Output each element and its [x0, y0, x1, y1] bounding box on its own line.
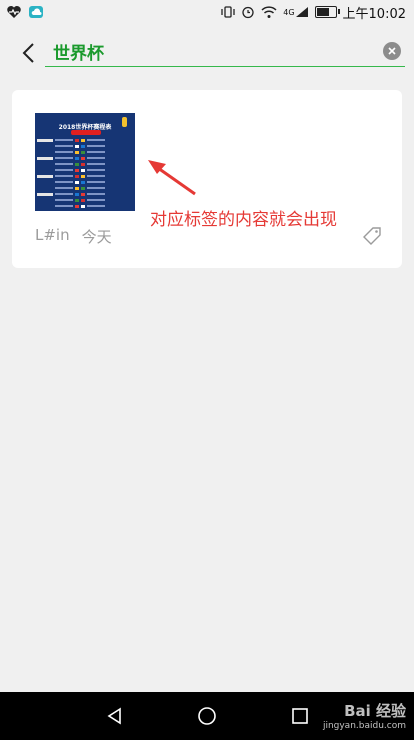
result-source: L#in — [35, 226, 70, 244]
watermark-url: jingyan.baidu.com — [322, 721, 406, 731]
network-type-label: 4G — [283, 7, 295, 17]
thumbnail-row — [37, 156, 133, 160]
annotation-arrow-icon — [148, 160, 196, 196]
status-time: 上午10:02 — [342, 6, 406, 22]
result-thumbnail[interactable]: 2018世界杯赛程表 — [35, 113, 135, 211]
nav-back-button[interactable] — [103, 704, 127, 728]
thumbnail-badge — [71, 130, 101, 135]
back-triangle-icon — [107, 707, 121, 725]
nav-recents-button[interactable] — [288, 704, 312, 728]
thumbnail-row — [37, 150, 133, 154]
thumbnail-row — [37, 168, 133, 172]
thumbnail-row — [37, 186, 133, 190]
battery-icon — [314, 6, 340, 18]
system-nav-bar: Bai 经验 jingyan.baidu.com — [0, 692, 414, 740]
search-header — [0, 24, 414, 82]
thumbnail-row — [37, 198, 133, 202]
tag-button[interactable] — [362, 226, 382, 246]
alarm-icon — [241, 5, 255, 19]
thumbnail-row — [37, 138, 133, 142]
result-date: 今天 — [81, 228, 112, 246]
tag-icon — [363, 227, 381, 245]
recent-square-icon — [292, 708, 308, 724]
health-icon — [6, 5, 22, 19]
watermark-title: Bai 经验 — [344, 702, 406, 720]
home-circle-icon — [198, 707, 216, 725]
status-bar: 4G 上午10:02 — [0, 0, 414, 24]
status-right-icons: 4G 上午10:02 — [221, 3, 414, 22]
trophy-icon — [122, 117, 127, 127]
back-button[interactable] — [8, 33, 48, 73]
thumbnail-row — [37, 192, 133, 196]
nav-home-button[interactable] — [195, 704, 219, 728]
thumbnail-row — [37, 174, 133, 178]
clear-search-button[interactable] — [383, 42, 401, 60]
signal-icon: 4G — [283, 6, 308, 18]
annotation-text: 对应标签的内容就会出现 — [150, 210, 337, 230]
thumbnail-row — [37, 144, 133, 148]
baidu-watermark: Bai 经验 jingyan.baidu.com — [323, 700, 406, 731]
status-left-icons — [0, 5, 44, 19]
thumbnail-row — [37, 162, 133, 166]
search-input[interactable] — [45, 37, 383, 65]
result-meta: L#in 今天 — [35, 226, 112, 247]
thumbnail-row — [37, 180, 133, 184]
wifi-icon — [261, 5, 277, 19]
chevron-left-icon — [22, 43, 34, 63]
close-circle-icon — [388, 47, 396, 55]
vibrate-icon — [221, 5, 235, 19]
thumbnail-row — [37, 204, 133, 208]
thumbnail-schedule-rows — [37, 138, 133, 210]
cloud-icon — [28, 5, 44, 19]
search-field — [45, 36, 405, 67]
